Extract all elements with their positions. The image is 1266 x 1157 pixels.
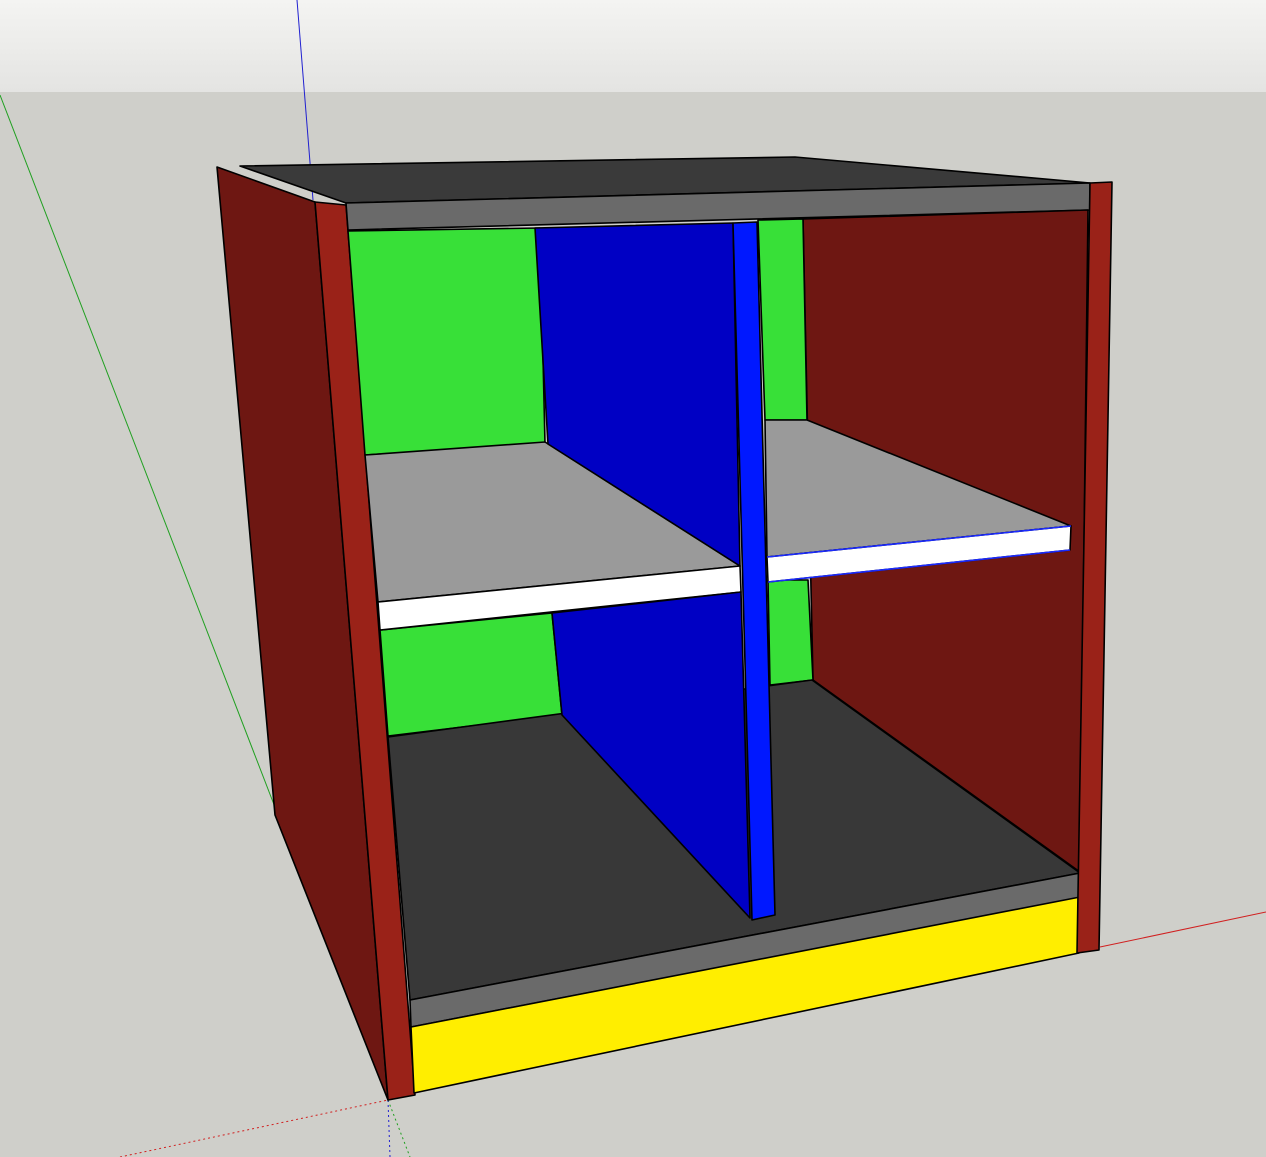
back-panel-lower-right[interactable] bbox=[767, 579, 814, 686]
scene[interactable] bbox=[0, 0, 1266, 1157]
cabinet-model[interactable] bbox=[216, 156, 1113, 1101]
3d-viewport[interactable] bbox=[0, 0, 1266, 1157]
back-panel-upper-right[interactable] bbox=[757, 218, 808, 421]
back-panel-upper-left[interactable] bbox=[347, 227, 546, 456]
sky bbox=[0, 0, 1266, 92]
